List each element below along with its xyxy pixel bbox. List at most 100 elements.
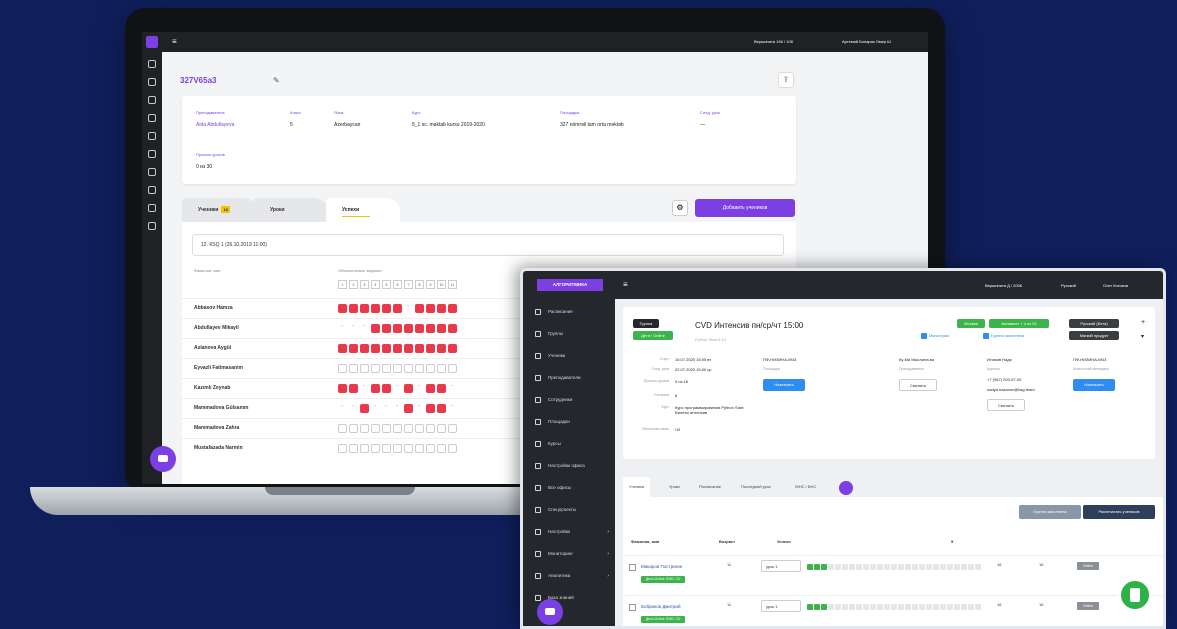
task-mark[interactable] xyxy=(426,384,435,393)
sidebar-item[interactable]: Преподаватели xyxy=(523,367,615,389)
task-mark[interactable] xyxy=(338,344,347,353)
task-mark[interactable] xyxy=(404,324,413,333)
task-mark[interactable] xyxy=(437,404,446,413)
task-mark[interactable] xyxy=(426,404,435,413)
th-age[interactable]: Возраст xyxy=(719,539,735,544)
student-row[interactable]: Бобриков Дмитрий Дети-Online 2020 / 10 11 у… xyxy=(623,595,1163,626)
sidebar-item[interactable]: Все офисы xyxy=(523,477,615,499)
tab-extra-icon[interactable] xyxy=(839,481,853,495)
task-mark[interactable] xyxy=(437,384,446,393)
sidebar-item[interactable]: Группы xyxy=(523,323,615,345)
task-mark[interactable] xyxy=(349,304,358,313)
task-mark[interactable] xyxy=(393,424,402,433)
student-name[interactable]: Mustafazada Narmin xyxy=(194,445,243,451)
task-mark[interactable] xyxy=(393,403,402,413)
task-mark[interactable] xyxy=(338,424,347,433)
lesson-mark[interactable] xyxy=(975,564,981,570)
user-icon[interactable] xyxy=(148,96,156,104)
task-mark[interactable] xyxy=(415,444,424,453)
sidebar-item[interactable]: Расписание xyxy=(523,301,615,323)
task-mark[interactable] xyxy=(437,444,446,453)
assign-button[interactable]: Назначить xyxy=(763,379,805,391)
gear-icon[interactable] xyxy=(148,204,156,212)
task-mark[interactable] xyxy=(404,303,413,313)
lesson-mark[interactable] xyxy=(849,564,855,570)
task-mark[interactable] xyxy=(393,324,402,333)
task-mark[interactable] xyxy=(371,344,380,353)
group-full-button[interactable]: Группа заполнена xyxy=(1019,505,1081,519)
task-mark[interactable] xyxy=(382,444,391,453)
task-mark[interactable] xyxy=(382,403,391,413)
task-mark[interactable] xyxy=(448,324,457,333)
task-mark[interactable] xyxy=(404,344,413,353)
overlay-branch[interactable]: Вершинита Д / 2006 xyxy=(985,283,1022,288)
lesson-mark[interactable] xyxy=(961,564,967,570)
lesson-mark[interactable] xyxy=(919,564,925,570)
row-checkbox[interactable] xyxy=(629,564,636,571)
task-mark[interactable] xyxy=(448,383,457,393)
task-mark[interactable] xyxy=(349,364,358,373)
task-mark[interactable] xyxy=(393,304,402,313)
student-name[interactable]: Abbasov Hamza xyxy=(194,305,233,311)
lesson-mark[interactable] xyxy=(884,564,890,570)
task-mark[interactable] xyxy=(360,383,369,393)
lesson-mark[interactable] xyxy=(856,604,862,610)
sidebar-item[interactable]: Настройки › xyxy=(523,521,615,543)
tab-last-lesson[interactable]: Последний урок xyxy=(741,477,771,497)
plus-icon[interactable]: + xyxy=(1141,319,1145,326)
task-mark[interactable] xyxy=(371,444,380,453)
info-value[interactable]: Aida Abdullayeva xyxy=(196,122,234,128)
task-mark[interactable] xyxy=(349,424,358,433)
branch-selector[interactable]: Вершинита 196 / 108 xyxy=(754,39,793,44)
book-icon[interactable] xyxy=(148,150,156,158)
sidebar-item[interactable]: Аналитика › xyxy=(523,565,615,587)
tab-lessons[interactable]: Уроки xyxy=(669,477,680,497)
lesson-mark[interactable] xyxy=(898,564,904,570)
lesson-mark[interactable] xyxy=(968,564,974,570)
lesson-mark[interactable] xyxy=(940,604,946,610)
add-students-button[interactable]: Добавить учеников xyxy=(695,199,795,217)
task-mark[interactable] xyxy=(404,444,413,453)
lesson-mark[interactable] xyxy=(933,564,939,570)
task-mark[interactable] xyxy=(404,364,413,373)
student-name[interactable]: Mammadova Zahra xyxy=(194,425,239,431)
row-checkbox[interactable] xyxy=(629,604,636,611)
lesson-mark[interactable] xyxy=(835,564,841,570)
task-mark[interactable] xyxy=(415,304,424,313)
task-mark[interactable] xyxy=(371,364,380,373)
task-mark[interactable] xyxy=(360,344,369,353)
card-icon[interactable] xyxy=(148,186,156,194)
sidebar-item[interactable]: Спецпроекты xyxy=(523,499,615,521)
chat-button[interactable] xyxy=(150,446,176,472)
task-mark[interactable] xyxy=(426,444,435,453)
mild-checkbox[interactable] xyxy=(921,333,927,339)
settings-button[interactable]: ⚙ xyxy=(672,200,688,216)
task-mark[interactable] xyxy=(426,324,435,333)
lesson-mark[interactable] xyxy=(891,604,897,610)
change-button[interactable]: Сменить xyxy=(987,399,1025,411)
task-mark[interactable] xyxy=(437,304,446,313)
lesson-mark[interactable] xyxy=(870,564,876,570)
share-button[interactable]: ⇪ xyxy=(778,72,794,88)
hamburger-icon[interactable]: ≡ xyxy=(623,281,628,289)
sidebar-item[interactable]: База знаний xyxy=(523,587,615,609)
group-full-checkbox[interactable] xyxy=(983,333,989,339)
clock-icon[interactable] xyxy=(148,60,156,68)
task-mark[interactable] xyxy=(349,444,358,453)
th-name[interactable]: Фамилия, имя xyxy=(631,539,659,544)
tab-students[interactable]: Ученики 16 xyxy=(182,198,258,222)
task-mark[interactable] xyxy=(371,403,380,413)
task-mark[interactable] xyxy=(338,444,347,453)
task-mark[interactable] xyxy=(338,364,347,373)
sidebar-item[interactable]: Курсы xyxy=(523,433,615,455)
lesson-mark[interactable] xyxy=(905,564,911,570)
task-mark[interactable] xyxy=(360,364,369,373)
lesson-mark[interactable] xyxy=(863,604,869,610)
student-name[interactable]: Kazımlı Zeynab xyxy=(194,385,230,391)
sidebar-item[interactable]: Ученики xyxy=(523,345,615,367)
lesson-mark[interactable] xyxy=(849,604,855,610)
task-mark[interactable] xyxy=(448,444,457,453)
task-mark[interactable] xyxy=(393,444,402,453)
analytics-icon[interactable] xyxy=(148,222,156,230)
lesson-mark[interactable] xyxy=(926,604,932,610)
